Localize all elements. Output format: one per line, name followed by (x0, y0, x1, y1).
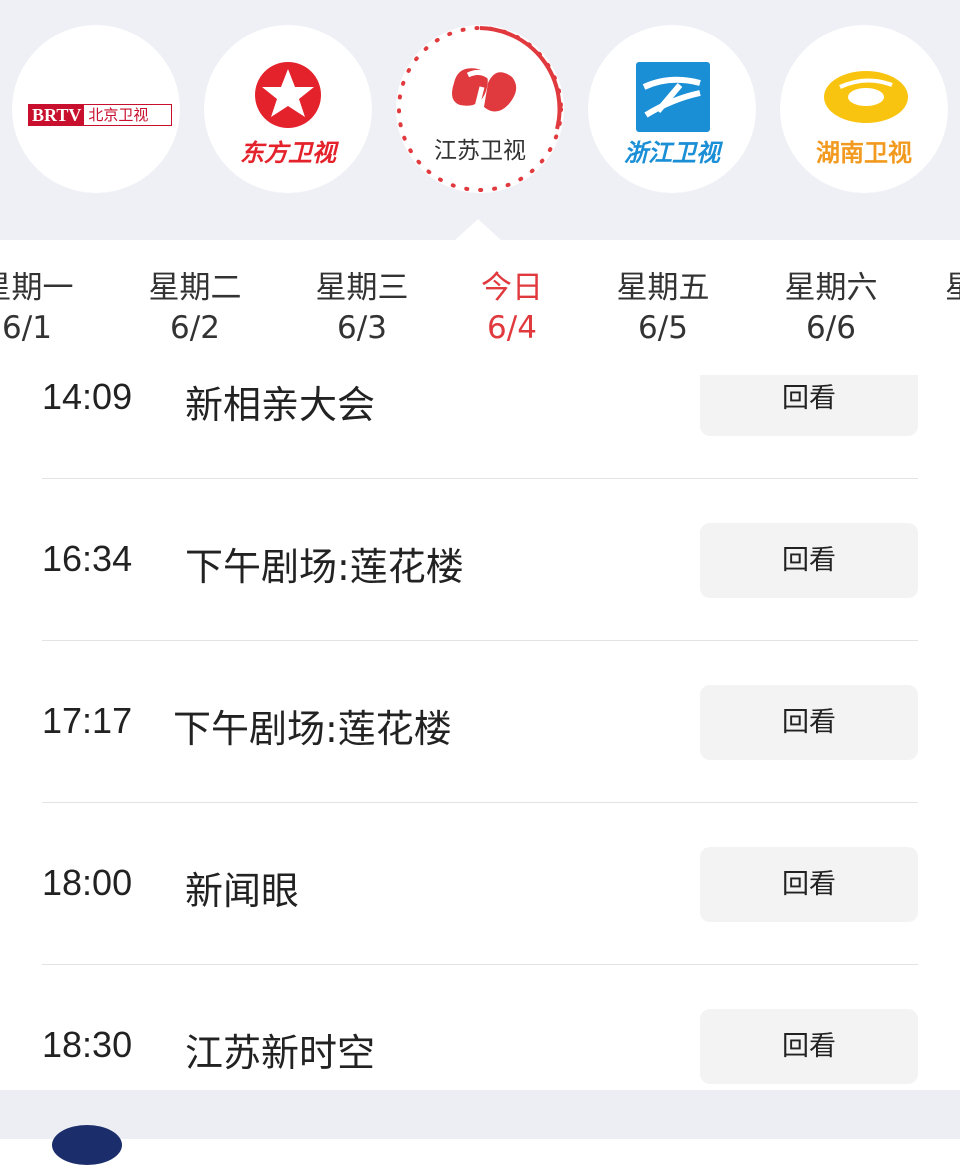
channel-jiangsu-tv[interactable]: 江苏卫视 (396, 25, 564, 193)
day-tab-tue[interactable]: 星期二 6/2 (130, 268, 260, 348)
replay-button[interactable]: 回看 (700, 685, 918, 760)
day-selector: 星期一 6/1 星期二 6/2 星期三 6/3 今日 6/4 星期五 6/5 星… (0, 240, 960, 375)
program-time: 18:30 (42, 1024, 133, 1065)
program-time: 14:09 (42, 376, 133, 417)
replay-button[interactable]: 回看 (700, 523, 918, 598)
channel-btv[interactable]: BRTV 北京卫视 (12, 25, 180, 193)
program-time: 17:17 (42, 700, 133, 741)
btv-logo: BRTV 北京卫视 (28, 104, 172, 126)
day-tab-today[interactable]: 今日 6/4 (447, 268, 577, 348)
channel-dragon-tv[interactable]: 东方卫视 (204, 25, 372, 193)
channel-hunan-tv[interactable]: 湖南卫视 (780, 25, 948, 193)
program-title: 新闻眼 (185, 869, 300, 913)
jiangsu-tv-logo-icon (452, 68, 517, 112)
channel-zhejiang-tv[interactable]: 浙江卫视 (588, 25, 756, 193)
program-row: 18:30 江苏新时空 回看 (42, 964, 918, 1090)
day-tab-wed[interactable]: 星期三 6/3 (297, 268, 427, 348)
bottom-logo-icon (52, 1125, 122, 1165)
bottom-bar (0, 1090, 960, 1165)
program-list: 14:09 新相亲大会 回看 16:34 下午剧场:莲花楼 回看 17:17 下… (0, 375, 960, 1090)
program-row: 17:17 下午剧场:莲花楼 回看 (42, 640, 918, 803)
replay-button[interactable]: 回看 (700, 375, 918, 436)
channel-name: 浙江卫视 (624, 139, 720, 167)
day-tab-fri[interactable]: 星期五 6/5 (598, 268, 728, 348)
channel-name: 江苏卫视 (434, 138, 526, 164)
program-time: 18:00 (42, 862, 133, 903)
day-tab-sat[interactable]: 星期六 6/6 (766, 268, 896, 348)
channel-name: 东方卫视 (240, 139, 336, 167)
channel-strip: BRTV 北京卫视 东方卫视 江苏卫视 浙江卫视 湖南卫视 (0, 0, 960, 241)
channel-name: 湖南卫视 (816, 139, 912, 167)
program-title: 下午剧场:莲花楼 (185, 545, 464, 589)
replay-button[interactable]: 回看 (700, 1009, 918, 1084)
program-title: 下午剧场:莲花楼 (173, 707, 452, 751)
program-time: 16:34 (42, 538, 133, 579)
day-tab-mon[interactable]: 星期一 6/1 (0, 268, 92, 348)
program-row: 14:09 新相亲大会 回看 (42, 375, 918, 479)
program-row: 18:00 新闻眼 回看 (42, 802, 918, 965)
day-tab-sun[interactable]: 星 (945, 268, 960, 308)
program-row: 16:34 下午剧场:莲花楼 回看 (42, 478, 918, 641)
program-title: 江苏新时空 (185, 1031, 376, 1075)
program-title: 新相亲大会 (185, 383, 376, 427)
selected-channel-pointer (454, 219, 502, 241)
replay-button[interactable]: 回看 (700, 847, 918, 922)
